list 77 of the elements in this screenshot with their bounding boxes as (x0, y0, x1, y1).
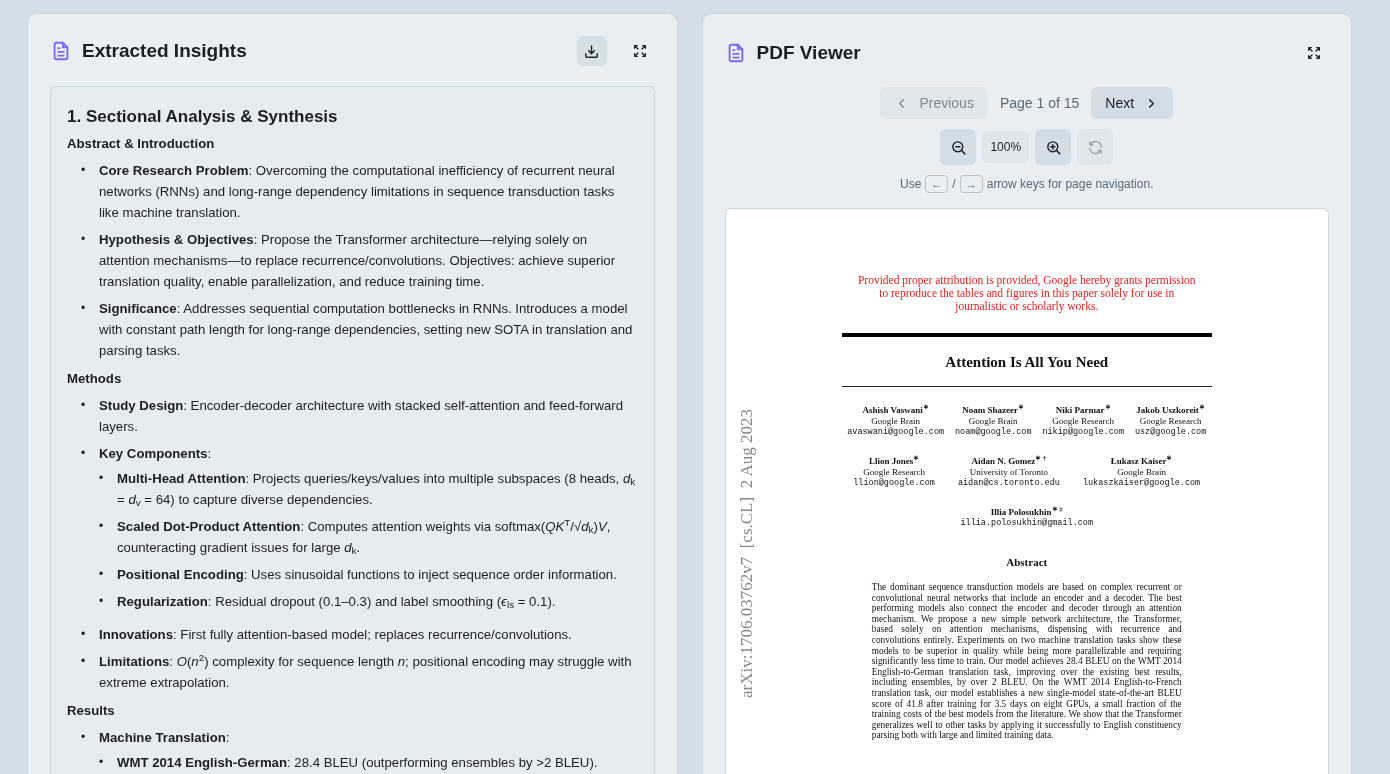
list-item: Machine Translation: (99, 728, 231, 747)
author-email: llion@google.com (853, 477, 935, 489)
author-name: Łukasz Kaiser$^{∗}$ (1109, 455, 1174, 467)
author-name: Jakob Uszkoreit$^{∗}$ (1135, 404, 1206, 416)
author-name: Noam Shazeer$^{∗}$ (961, 404, 1026, 416)
list-item: Significance: Addresses sequential computation bottlenecks in RNNs. Introduces a model with constant path length for long-range dependencies, setting new SOTA in translation and parsing tasks. (99, 300, 634, 361)
author-email: noam@google.com (955, 426, 1032, 438)
author-affiliation: Google Brain (870, 415, 921, 427)
list-item: Study Design: Encoder-decoder architecture with stacked self-attention and feed-forward layers. (99, 397, 625, 436)
bullet: • (99, 566, 105, 583)
author-name: Illia Polosukhin$^{∗ ‡}$ (989, 506, 1064, 518)
abstract-heading: Abstract (1005, 554, 1049, 570)
zoom-level: 100% (982, 131, 1030, 163)
bullet: • (99, 518, 105, 535)
author-name: Aidan N. Gomez$^{∗ †}$ (970, 455, 1048, 467)
key-cap: → (959, 175, 983, 193)
author-affiliation: Google Brain (967, 415, 1019, 427)
zoom-in-button[interactable] (1035, 129, 1072, 165)
bullet: • (99, 593, 105, 610)
bullet: • (81, 653, 87, 670)
next-button[interactable]: Next (1091, 87, 1174, 119)
expand-icon (1306, 45, 1322, 61)
paper-title: Attention Is All You Need (944, 353, 1110, 372)
download-icon (583, 42, 600, 60)
author-email: nikip@google.com (1042, 426, 1124, 438)
refresh-icon (1086, 138, 1104, 156)
bullet: • (99, 470, 105, 487)
author-affiliation: Google Research (1051, 415, 1116, 427)
bullet: • (81, 231, 87, 249)
hint-text: / (952, 176, 956, 193)
page-indicator: Page 1 of 15 (999, 93, 1080, 113)
bullet: • (81, 445, 87, 462)
zoom-out-button[interactable] (940, 129, 977, 165)
author-email: usz@google.com (1134, 426, 1207, 438)
subsection-heading: Results (67, 702, 116, 720)
author-email: avaswani@google.com (847, 426, 945, 438)
author-affiliation: Google Research (862, 466, 926, 478)
author-email: aidan@cs.toronto.edu (957, 477, 1060, 489)
list-item: Regularization: Residual dropout (0.1–0.3) and label smoothing (ϵ$_{ls}$ = 0.1). (117, 593, 557, 612)
author-affiliation: Google Research (1138, 415, 1203, 427)
subsection-heading: Abstract & Introduction (67, 135, 216, 154)
list-item: Innovations: First fully attention-based model; replaces recurrence/convolutions. (99, 626, 573, 644)
zoom-out-icon (949, 138, 967, 156)
download-button[interactable] (576, 36, 607, 66)
author-email: illia.polosukhin@gmail.com (960, 517, 1094, 529)
list-item: WMT 2014 English-German: 28.4 BLEU (outperforming ensembles by >2 BLEU). (117, 753, 599, 772)
list-item: Limitations: O(n$^{2}$) complexity for sequence length n; positional encoding may struggle with extreme extrapolation. (99, 651, 633, 692)
bullet: • (81, 728, 87, 746)
zoom-in-icon (1044, 138, 1062, 156)
list-item: Scaled Dot-Product Attention: Computes attention weights via softmax(QK$^{T}$/√d$_{k}$)V, counteracting gradient issues for large d$_{k}$. (117, 516, 612, 558)
hint-text: Use (900, 176, 922, 193)
section-heading: 1. Sectional Analysis & Synthesis (67, 107, 339, 128)
list-item: Positional Encoding: Uses sinusoidal functions to inject sequence order information. (117, 566, 618, 584)
list-item: Core Research Problem: Overcoming the computational inefficiency of recurrent neural networks (RNNs) and long-range dependency limitations in sequence transduction tasks like machine translation. (99, 162, 616, 223)
author-name: Ashish Vaswani$^{∗}$ (861, 404, 930, 416)
author-name: Niki Parmar$^{∗}$ (1054, 404, 1112, 416)
bullet: • (81, 626, 87, 643)
panel-title: PDF Viewer (756, 41, 861, 65)
key-cap: ← (925, 175, 949, 193)
author-affiliation: University of Toronto (968, 466, 1049, 478)
bullet: • (81, 397, 87, 414)
permission-notice: Provided proper attribution is provided, Google hereby grants permission to reproduce the tables and figures in this paper solely for use in journalistic or scholarly works. (856, 274, 1197, 313)
bullet: • (81, 300, 87, 318)
expand-icon (631, 43, 648, 59)
author-name: Llion Jones$^{∗}$ (867, 455, 921, 467)
subsection-heading: Methods (67, 370, 123, 389)
bullet: • (81, 162, 87, 180)
arxiv-identifier: arXiv:1706.03762v7 [cs.CL] 2 Aug 2023 (735, 409, 757, 698)
author-email: lukaszkaiser@google.com (1082, 477, 1201, 489)
list-item: Key Components: (99, 445, 213, 463)
list-item: Multi-Head Attention: Projects queries/keys/values into multiple subspaces (8 heads, d$_{k}$ = d$_{v}$ = 64) to capture diverse dependencies. (117, 470, 637, 510)
bullet: • (99, 753, 105, 771)
list-item: Hypothesis & Objectives: Propose the Transformer architecture—relying solely on attention mechanisms—to replace recurrence/convolutions. Objectives: achieve superior translation quality, enable parallelization, and reduce training time. (99, 231, 617, 292)
hint-text: arrow keys for page navigation. (986, 176, 1154, 193)
author-affiliation: Google Brain (1116, 466, 1167, 478)
panel-title: Extracted Insights (82, 39, 247, 63)
abstract-text: The dominant sequence transduction models are based on complex recurrent or convolutional neural networks that include an encoder and a decoder. The best performing models also connect the encoder and decoder through an attention mechanism. We propose a new simple network architecture, the Transformer, based solely on attention mechanisms, dispensing with recurrence and convolutions entirely. Experiments on two machine translation tasks show these models to be superior in quality while being more parallelizable and requiring significantly less time to train. Our model achieves 28.4 BLEU on the WMT 2014 English-to-German translation task, improving over the existing best results, including ensembles, by over 2 BLEU. On the WMT 2014 English-to-French translation task, our model establishes a new single-model state-of-the-art BLEU score of 41.8 after training for 3.5 days on eight GPUs, a small fraction of the training costs of the best models from the literature. We show that the Transformer generalizes well to other tasks by applying it successfully to English constituency parsing both with large and limited training data. (870, 582, 1183, 741)
